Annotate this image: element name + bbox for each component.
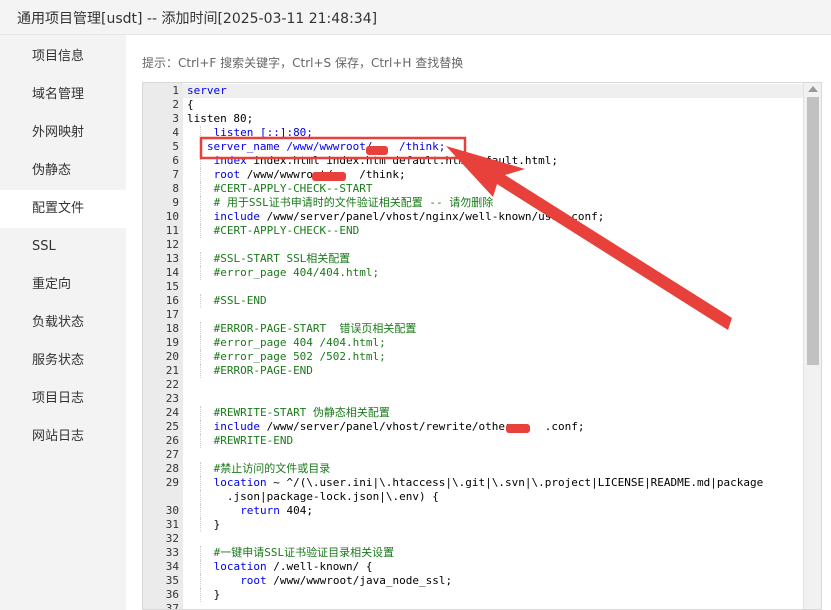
highlight-box bbox=[199, 136, 467, 160]
arrow-icon bbox=[446, 146, 732, 330]
annotation-overlay bbox=[199, 136, 732, 330]
